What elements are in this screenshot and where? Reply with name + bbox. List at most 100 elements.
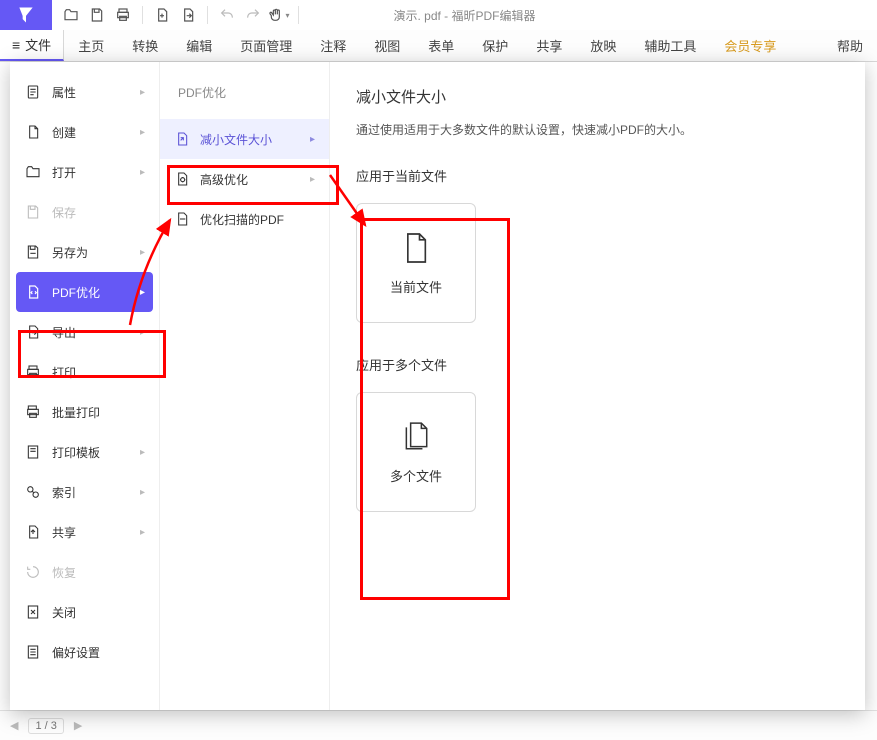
scanned-pdf-icon xyxy=(174,211,190,227)
file-item-open[interactable]: 打开 ▸ xyxy=(10,152,159,192)
document-icon xyxy=(24,83,42,101)
print-icon xyxy=(24,363,42,381)
tab-file[interactable]: ≡ 文件 xyxy=(0,30,64,61)
file-extract-icon[interactable] xyxy=(175,2,201,28)
submenu-heading: PDF优化 xyxy=(160,72,329,119)
title-bar: ▾ 演示. pdf - 福昕PDF编辑器 xyxy=(0,0,877,30)
file-item-create[interactable]: 创建 ▸ xyxy=(10,112,159,152)
advanced-optimize-icon xyxy=(174,171,190,187)
submenu-label: 优化扫描的PDF xyxy=(200,211,284,228)
card-current-file[interactable]: 当前文件 xyxy=(356,203,476,323)
file-add-icon[interactable] xyxy=(149,2,175,28)
tab-present[interactable]: 放映 xyxy=(576,30,630,61)
file-item-label: 创建 xyxy=(52,124,76,141)
submenu-label: 高级优化 xyxy=(200,171,248,188)
batch-print-icon xyxy=(24,403,42,421)
tab-file-label: 文件 xyxy=(25,35,51,54)
menu-icon: ≡ xyxy=(12,37,20,53)
submenu-reduce-size[interactable]: 减小文件大小 ▸ xyxy=(160,119,329,159)
tab-convert[interactable]: 转换 xyxy=(118,30,172,61)
card-label: 多个文件 xyxy=(390,466,442,485)
file-item-preferences[interactable]: 偏好设置 xyxy=(10,632,159,672)
detail-description: 通过使用适用于大多数文件的默认设置，快速减小PDF的大小。 xyxy=(356,121,839,138)
card-multiple-files[interactable]: 多个文件 xyxy=(356,392,476,512)
print-icon[interactable] xyxy=(110,2,136,28)
submenu-label: 减小文件大小 xyxy=(200,131,272,148)
tab-edit[interactable]: 编辑 xyxy=(172,30,226,61)
file-item-label: 另存为 xyxy=(52,244,88,261)
file-item-print[interactable]: 打印 xyxy=(10,352,159,392)
chevron-right-icon: ▸ xyxy=(140,527,145,538)
section-multi-label: 应用于多个文件 xyxy=(356,355,839,374)
chevron-right-icon: ▸ xyxy=(310,134,315,145)
file-item-label: 打印 xyxy=(52,364,76,381)
tab-home[interactable]: 主页 xyxy=(64,30,118,61)
revert-icon xyxy=(24,563,42,581)
tab-help[interactable]: 帮助 xyxy=(823,30,877,61)
file-item-label: 索引 xyxy=(52,484,76,501)
saveas-icon xyxy=(24,243,42,261)
redo-icon[interactable] xyxy=(240,2,266,28)
detail-title: 减小文件大小 xyxy=(356,86,839,107)
file-item-label: 批量打印 xyxy=(52,404,100,421)
compress-icon xyxy=(24,283,42,301)
file-item-label: 打印模板 xyxy=(52,444,100,461)
folder-open-icon xyxy=(24,163,42,181)
status-bar: ◀ 1 / 3 ▶ xyxy=(0,710,877,740)
file-item-share[interactable]: 共享 ▸ xyxy=(10,512,159,552)
file-item-index[interactable]: 索引 ▸ xyxy=(10,472,159,512)
tab-share[interactable]: 共享 xyxy=(522,30,576,61)
file-item-export[interactable]: 导出 ▸ xyxy=(10,312,159,352)
file-item-printtemplate[interactable]: 打印模板 ▸ xyxy=(10,432,159,472)
hand-icon[interactable]: ▾ xyxy=(266,2,292,28)
chevron-right-icon: ▸ xyxy=(140,287,145,298)
chevron-right-icon: ▸ xyxy=(140,87,145,98)
export-icon xyxy=(24,323,42,341)
file-item-label: 共享 xyxy=(52,524,76,541)
file-item-label: 保存 xyxy=(52,204,76,221)
save-icon xyxy=(24,203,42,221)
file-item-label: 关闭 xyxy=(52,604,76,621)
chevron-right-icon: ▸ xyxy=(140,127,145,138)
files-stack-icon xyxy=(401,420,431,454)
file-item-close[interactable]: 关闭 xyxy=(10,592,159,632)
save-icon[interactable] xyxy=(84,2,110,28)
submenu-advanced[interactable]: 高级优化 ▸ xyxy=(160,159,329,199)
tab-tools[interactable]: 辅助工具 xyxy=(630,30,710,61)
page-indicator[interactable]: 1 / 3 xyxy=(28,718,63,734)
file-item-label: PDF优化 xyxy=(52,284,100,301)
tab-comment[interactable]: 注释 xyxy=(306,30,360,61)
chevron-right-icon: ▸ xyxy=(310,174,315,185)
file-menu-list: 属性 ▸ 创建 ▸ 打开 ▸ 保存 另存为 ▸ PDF优化 ▸ xyxy=(10,62,160,710)
file-item-label: 恢复 xyxy=(52,564,76,581)
app-logo xyxy=(0,0,52,30)
template-icon xyxy=(24,443,42,461)
undo-icon[interactable] xyxy=(214,2,240,28)
open-icon[interactable] xyxy=(58,2,84,28)
tab-protect[interactable]: 保护 xyxy=(468,30,522,61)
file-new-icon xyxy=(24,123,42,141)
document-title: 演示. pdf - 福昕PDF编辑器 xyxy=(393,7,535,24)
file-item-properties[interactable]: 属性 ▸ xyxy=(10,72,159,112)
tab-view[interactable]: 视图 xyxy=(360,30,414,61)
file-item-label: 偏好设置 xyxy=(52,644,100,661)
optimize-submenu: PDF优化 减小文件大小 ▸ 高级优化 ▸ 优化扫描的PDF xyxy=(160,62,330,710)
page-next-icon[interactable]: ▶ xyxy=(74,719,82,732)
file-item-batchprint[interactable]: 批量打印 xyxy=(10,392,159,432)
index-icon xyxy=(24,483,42,501)
file-item-label: 导出 xyxy=(52,324,76,341)
page-prev-icon[interactable]: ◀ xyxy=(10,719,18,732)
close-doc-icon xyxy=(24,603,42,621)
section-current-label: 应用于当前文件 xyxy=(356,166,839,185)
submenu-scanned[interactable]: 优化扫描的PDF xyxy=(160,199,329,239)
chevron-right-icon: ▸ xyxy=(140,247,145,258)
tab-form[interactable]: 表单 xyxy=(414,30,468,61)
chevron-right-icon: ▸ xyxy=(140,327,145,338)
file-item-optimize[interactable]: PDF优化 ▸ xyxy=(16,272,153,312)
file-item-saveas[interactable]: 另存为 ▸ xyxy=(10,232,159,272)
file-backstage: 属性 ▸ 创建 ▸ 打开 ▸ 保存 另存为 ▸ PDF优化 ▸ xyxy=(10,62,865,710)
file-item-label: 打开 xyxy=(52,164,76,181)
tab-page[interactable]: 页面管理 xyxy=(226,30,306,61)
tab-vip[interactable]: 会员专享 xyxy=(710,30,790,61)
card-label: 当前文件 xyxy=(390,277,442,296)
